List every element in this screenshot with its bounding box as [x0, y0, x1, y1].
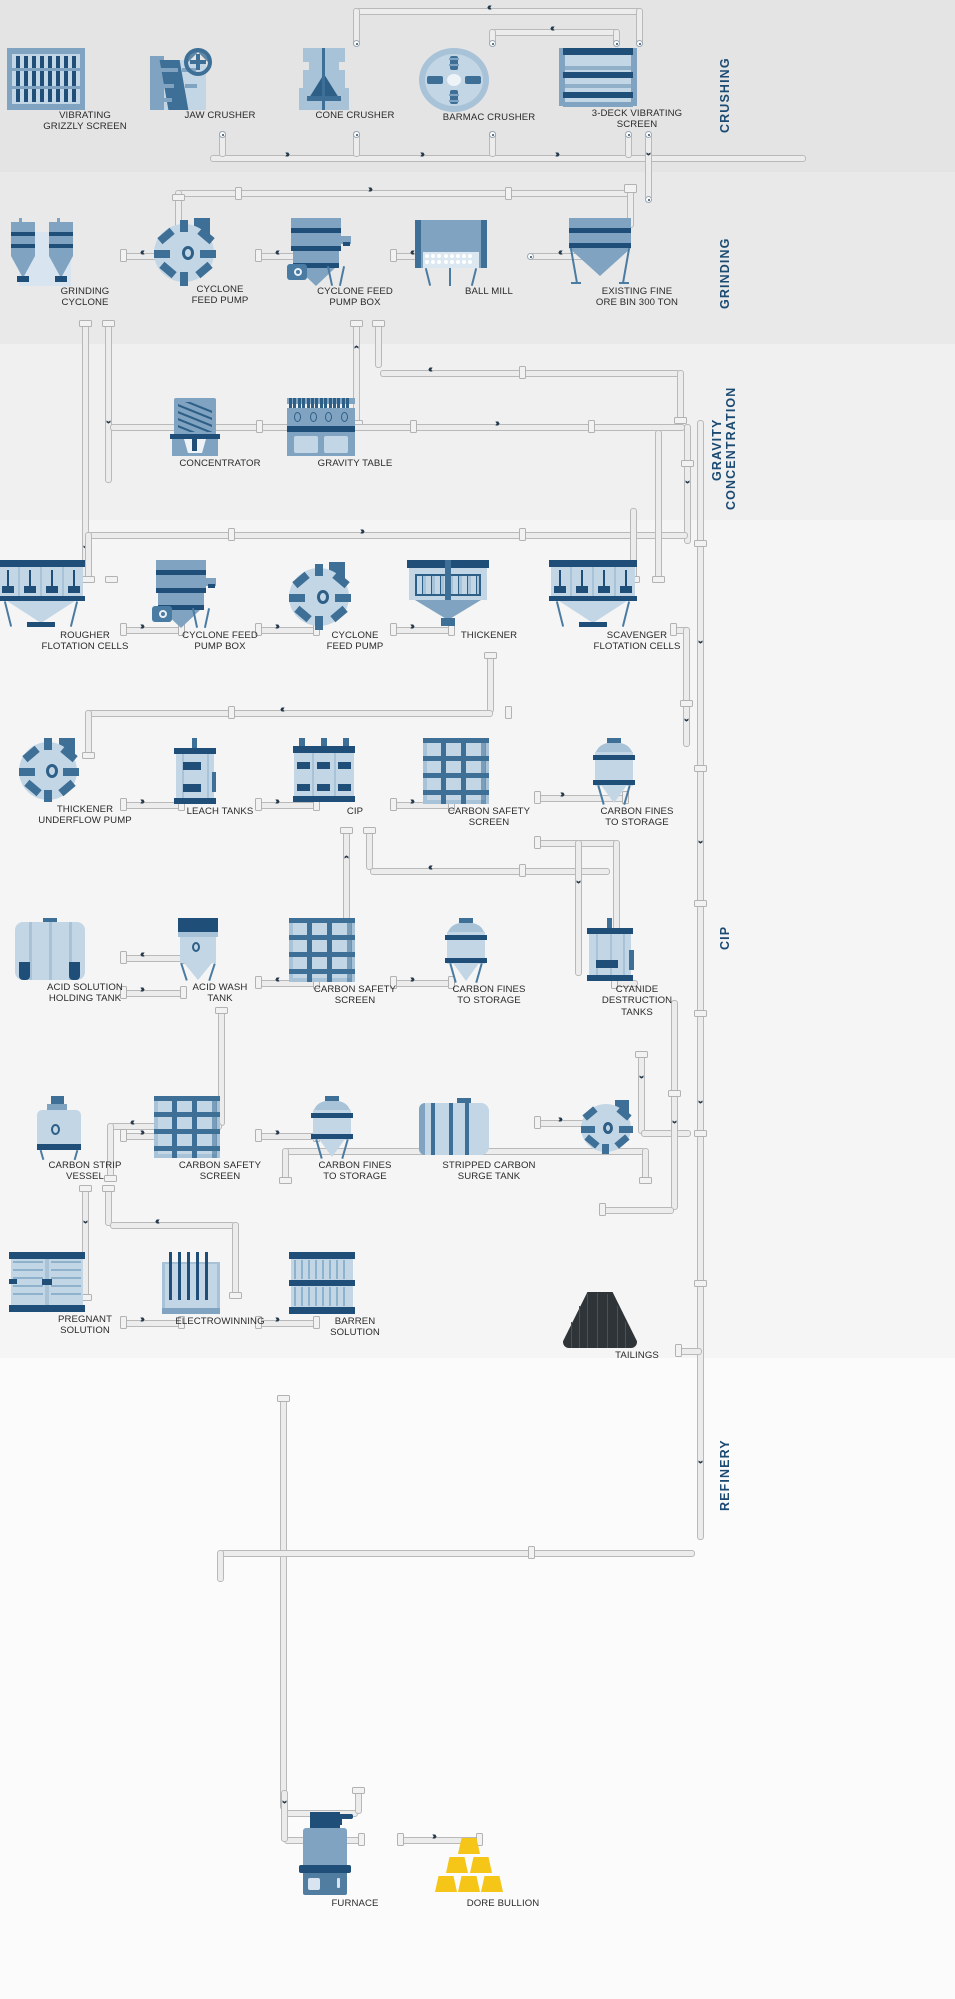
equipment-label: CYCLONE FEED PUMP: [326, 630, 384, 653]
equipment-label: TAILINGS: [615, 1350, 659, 1361]
tailings-pile-icon: [563, 1292, 637, 1348]
pregnant-solution-icon: [9, 1252, 85, 1312]
acid-solution-holding-tank-icon: [15, 918, 85, 980]
equipment-label: CARBON SAFETY SCREEN: [313, 984, 397, 1007]
ore-bin-icon: [563, 218, 637, 286]
equipment-label: CIP: [346, 806, 364, 817]
cyclone-feed-pump-icon: [289, 562, 355, 630]
equipment-label: GRAVITY TABLE: [317, 458, 393, 469]
carbon-fines-storage-icon: [591, 738, 637, 805]
thickener-underflow-pump-icon: [19, 738, 85, 802]
equipment-label: CARBON SAFETY SCREEN: [447, 806, 531, 829]
band-label-gravity: GRAVITY CONCENTRATION: [710, 386, 738, 510]
equipment-label: ELECTROWINNING: [175, 1316, 265, 1327]
equipment-label: VIBRATING GRIZZLY SCREEN: [43, 110, 127, 133]
equipment-label: BARMAC CRUSHER: [442, 112, 536, 123]
band-label-cip: CIP: [718, 925, 732, 951]
pump-icon: [581, 1100, 637, 1154]
carbon-fines-storage-icon: [309, 1096, 355, 1159]
concentrator-icon: [170, 398, 220, 456]
equipment-label: THICKENER UNDERFLOW PUMP: [38, 804, 132, 827]
equipment-label: FURNACE: [331, 1898, 379, 1909]
cyclone-feed-pump-box-icon: [150, 560, 220, 630]
equipment-label: CARBON FINES TO STORAGE: [318, 1160, 392, 1183]
jaw-crusher-icon: [140, 47, 220, 110]
rougher-flotation-cells-icon: [0, 560, 85, 630]
scavenger-flotation-cells-icon: [549, 560, 637, 630]
barmac-crusher-icon: [419, 48, 489, 112]
equipment-label: THICKENER: [460, 630, 518, 641]
band-label-crushing: CRUSHING: [718, 57, 732, 133]
band-label-grinding: GRINDING: [718, 237, 732, 309]
equipment-label: BARREN SOLUTION: [330, 1316, 380, 1339]
equipment-label: CYCLONE FEED PUMP: [191, 284, 249, 307]
ball-mill-icon: [413, 218, 489, 286]
equipment-label: CONCENTRATOR: [179, 458, 261, 469]
gravity-table-icon: [287, 398, 355, 456]
equipment-label: 3-DECK VIBRATING SCREEN: [591, 108, 683, 131]
cyanide-destruction-tanks-icon: [583, 918, 637, 982]
equipment-label: CARBON FINES TO STORAGE: [452, 984, 526, 1007]
carbon-safety-screen-icon: [154, 1096, 220, 1158]
equipment-label: CARBON STRIP VESSEL: [48, 1160, 122, 1183]
cyclone-feed-pump-icon: [154, 218, 220, 286]
leach-tanks-icon: [170, 738, 220, 804]
electrowinning-icon: [162, 1252, 220, 1314]
equipment-label: ACID WASH TANK: [192, 982, 248, 1005]
cyclone-feed-pump-box-icon: [285, 218, 355, 286]
equipment-label: CYCLONE FEED PUMP BOX: [182, 630, 258, 653]
gold-bars-icon: [435, 1838, 503, 1894]
equipment-label: JAW CRUSHER: [184, 110, 256, 121]
band-label-refinery: REFINERY: [718, 1439, 732, 1511]
barren-solution-icon: [289, 1252, 355, 1314]
carbon-safety-screen-icon: [289, 918, 355, 982]
equipment-label: LEACH TANKS: [186, 806, 254, 817]
equipment-label: CONE CRUSHER: [315, 110, 395, 121]
equipment-label: ROUGHER FLOTATION CELLS: [41, 630, 129, 653]
carbon-safety-screen-icon: [423, 738, 489, 804]
acid-wash-tank-icon: [176, 918, 220, 981]
furnace-icon: [297, 1812, 355, 1895]
equipment-label: BALL MILL: [465, 286, 513, 297]
carbon-strip-vessel-icon: [33, 1096, 85, 1161]
cip-icon: [293, 738, 355, 804]
equipment-label: SCAVENGER FLOTATION CELLS: [593, 630, 681, 653]
equipment-label: CARBON SAFETY SCREEN: [178, 1160, 262, 1183]
equipment-label: DORE BULLION: [466, 1898, 540, 1909]
equipment-label: STRIPPED CARBON SURGE TANK: [442, 1160, 536, 1183]
equipment-label: EXISTING FINE ORE BIN 300 TON: [595, 286, 679, 309]
carbon-fines-storage-icon: [443, 918, 489, 983]
equipment-label: ACID SOLUTION HOLDING TANK: [47, 982, 123, 1005]
stripped-carbon-surge-tank-icon: [419, 1098, 489, 1156]
equipment-label: PREGNANT SOLUTION: [57, 1314, 113, 1337]
cone-crusher-icon: [293, 48, 355, 110]
three-deck-vibrating-screen-icon: [559, 48, 637, 107]
equipment-label: GRINDING CYCLONE: [60, 286, 110, 309]
equipment-label: CYCLONE FEED PUMP BOX: [317, 286, 393, 309]
flowsheet-canvas: CRUSHING GRINDING GRAVITY CONCENTRATION …: [0, 0, 955, 1999]
grinding-cyclone-icon: [5, 218, 85, 286]
thickener-icon: [407, 560, 489, 630]
vibrating-grizzly-screen-icon: [7, 48, 85, 110]
equipment-label: CARBON FINES TO STORAGE: [600, 806, 674, 829]
equipment-label: CYANIDE DESTRUCTION TANKS: [601, 984, 673, 1018]
